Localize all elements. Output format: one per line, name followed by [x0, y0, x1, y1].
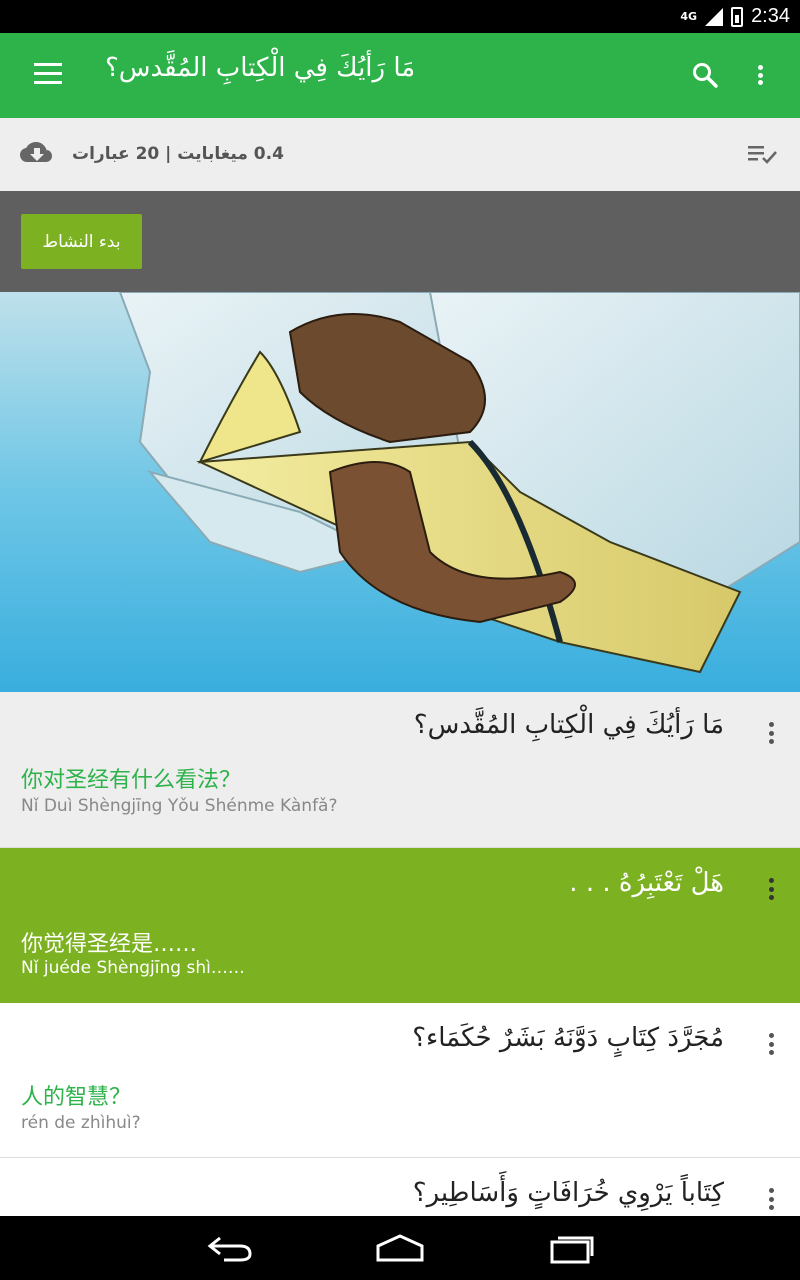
more-vert-icon[interactable] — [764, 1186, 778, 1212]
phrase-item[interactable]: مُجَرَّدَ كِتَابٍ دَوَّنَهُ بَشَرٌ حُكَم… — [0, 1003, 800, 1158]
more-vert-icon[interactable] — [764, 876, 778, 902]
bible-hands-image — [0, 292, 800, 692]
phrase-pinyin: rén de zhìhuì? — [21, 1113, 141, 1133]
phrase-chinese: 人的智慧？ — [21, 1085, 132, 1110]
phrase-chinese: 你觉得圣经是…… — [21, 932, 198, 957]
network-type-label: 4G — [680, 10, 698, 23]
status-bar: 4G 2:34 — [0, 0, 800, 33]
search-icon[interactable] — [692, 62, 718, 88]
phrase-arabic: هَلْ تَعْتَبِرُهُ . . . — [569, 868, 724, 898]
download-size-and-count: 0.4 ميغابايت | 20 عبارات — [72, 144, 284, 164]
more-vert-icon[interactable] — [764, 720, 778, 746]
page-title: مَا رَأيُكَ فِي الْكِتابِ المُقَّدس؟ — [105, 53, 416, 83]
lesson-info-bar: 0.4 ميغابايت | 20 عبارات — [0, 118, 800, 191]
app-bar: مَا رَأيُكَ فِي الْكِتابِ المُقَّدس؟ — [0, 33, 800, 118]
system-nav-bar — [0, 1216, 800, 1280]
back-icon[interactable] — [206, 1232, 254, 1264]
phrase-arabic: مُجَرَّدَ كِتَابٍ دَوَّنَهُ بَشَرٌ حُكَم… — [412, 1023, 724, 1053]
home-icon[interactable] — [374, 1232, 426, 1264]
phrase-item[interactable]: مَا رَأيُكَ فِي الْكِتابِ المُقَّدس؟ 你对圣… — [0, 692, 800, 848]
playlist-check-icon[interactable] — [748, 144, 778, 166]
more-vert-icon[interactable] — [752, 61, 768, 89]
phrase-arabic: كِتَاباً يَرْوِي خُرَافَاتٍ وَأَسَاطِير؟ — [412, 1178, 724, 1208]
phrase-item[interactable]: كِتَاباً يَرْوِي خُرَافَاتٍ وَأَسَاطِير؟ — [0, 1158, 800, 1216]
recents-icon[interactable] — [548, 1232, 596, 1264]
phrase-pinyin: Nǐ Duì Shèngjīng Yǒu Shénme Kànfǎ? — [21, 796, 338, 816]
status-time: 2:34 — [751, 5, 790, 27]
phrase-chinese: 你对圣经有什么看法？ — [21, 768, 242, 793]
activity-bar: بدء النشاط — [0, 191, 800, 292]
hamburger-menu-icon[interactable] — [34, 63, 62, 87]
signal-icon — [705, 7, 724, 26]
hero-illustration — [0, 292, 800, 692]
phrase-item-selected[interactable]: هَلْ تَعْتَبِرُهُ . . . 你觉得圣经是…… Nǐ juéd… — [0, 848, 800, 1003]
battery-icon — [731, 6, 744, 27]
more-vert-icon[interactable] — [764, 1031, 778, 1057]
phrase-arabic: مَا رَأيُكَ فِي الْكِتابِ المُقَّدس؟ — [413, 710, 724, 740]
phrase-pinyin: Nǐ juéde Shèngjīng shì…… — [21, 958, 245, 978]
start-activity-button[interactable]: بدء النشاط — [21, 214, 142, 269]
cloud-download-icon[interactable] — [20, 142, 54, 166]
